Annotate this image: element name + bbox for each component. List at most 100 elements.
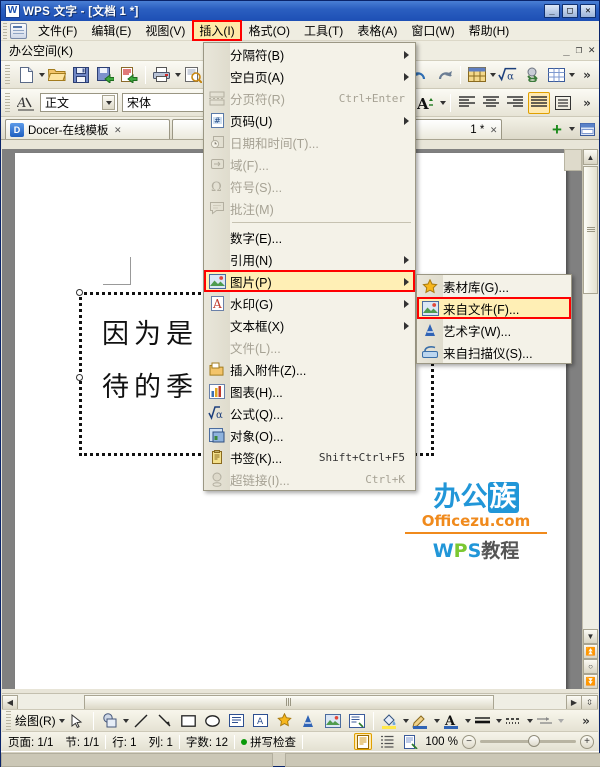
select-objects-icon[interactable] bbox=[66, 710, 88, 732]
new-tab-button[interactable]: + bbox=[548, 120, 566, 138]
menu-help[interactable]: 帮助(H) bbox=[462, 20, 517, 41]
menu-format[interactable]: 格式(O) bbox=[242, 20, 297, 41]
zoom-out-button[interactable]: − bbox=[462, 734, 476, 749]
menu-view[interactable]: 视图(V) bbox=[138, 20, 192, 41]
fill-color-caret-icon[interactable] bbox=[402, 718, 409, 723]
autoshapes-caret-icon[interactable] bbox=[122, 718, 129, 723]
drawing-menu-button[interactable]: 绘图(R) bbox=[15, 712, 56, 729]
submenu-item-from-file[interactable]: 来自文件(F)... bbox=[417, 297, 571, 319]
previous-page-button[interactable]: ⏫ bbox=[583, 644, 598, 659]
zoom-slider[interactable] bbox=[480, 735, 576, 747]
scroll-down-arrow-icon[interactable]: ▼ bbox=[583, 629, 598, 644]
redo-icon[interactable] bbox=[433, 64, 455, 86]
font-size-grow-icon[interactable]: A bbox=[416, 92, 438, 114]
resize-handle-top-left[interactable] bbox=[76, 289, 83, 296]
menu-item-insert-attachment[interactable]: 插入附件(Z)... bbox=[204, 358, 415, 380]
workspace-label[interactable]: 办公空间(K) bbox=[9, 42, 73, 59]
scroll-up-arrow-icon[interactable]: ▲ bbox=[583, 149, 598, 165]
fill-color-icon[interactable] bbox=[379, 710, 401, 732]
standard-toolbar-overflow-button[interactable]: » bbox=[576, 64, 598, 86]
print-icon[interactable] bbox=[151, 64, 173, 86]
clear-format-icon[interactable]: A bbox=[15, 92, 37, 114]
word-art-icon[interactable] bbox=[298, 710, 320, 732]
menu-item-page-number[interactable]: # 页码(U) bbox=[204, 109, 415, 131]
minimize-button[interactable]: _ bbox=[544, 4, 560, 18]
horizontal-scrollbar-track[interactable] bbox=[18, 694, 566, 710]
new-document-caret-icon[interactable] bbox=[39, 72, 45, 77]
menu-table[interactable]: 表格(A) bbox=[350, 20, 404, 41]
table-icon[interactable] bbox=[545, 64, 567, 86]
outline-view-icon[interactable] bbox=[378, 733, 396, 750]
zoom-in-button[interactable]: + bbox=[580, 734, 594, 749]
align-justify-icon[interactable] bbox=[528, 91, 550, 114]
web-layout-view-icon[interactable] bbox=[402, 733, 420, 750]
line-color-caret-icon[interactable] bbox=[433, 718, 440, 723]
maximize-button[interactable]: □ bbox=[562, 4, 578, 18]
menu-item-picture[interactable]: 图片(P) bbox=[204, 270, 415, 292]
menu-item-number[interactable]: 数字(E)... bbox=[204, 226, 415, 248]
font-combobox[interactable]: 宋体 bbox=[122, 93, 214, 112]
arrow-style-icon[interactable] bbox=[534, 710, 556, 732]
submenu-item-word-art[interactable]: 艺术字(W)... bbox=[417, 319, 571, 341]
tab-docer-online-templates[interactable]: D Docer-在线模板 ✕ bbox=[5, 119, 170, 139]
style-combobox[interactable]: 正文 bbox=[40, 93, 118, 112]
mdi-minimize-button[interactable]: _ bbox=[563, 43, 570, 56]
menu-item-bookmark[interactable]: 书签(K)... Shift+Ctrl+F5 bbox=[204, 446, 415, 468]
export-pdf-icon[interactable] bbox=[118, 64, 140, 86]
font-color-caret-icon[interactable] bbox=[464, 718, 471, 723]
line-style-icon[interactable] bbox=[472, 710, 494, 732]
zoom-slider-thumb[interactable] bbox=[528, 735, 540, 747]
tab-close-icon-2[interactable]: ✕ bbox=[490, 123, 497, 136]
mdi-restore-button[interactable]: ❐ bbox=[576, 43, 583, 56]
text-box-vertical-icon[interactable]: A bbox=[250, 710, 272, 732]
menu-item-reference[interactable]: 引用(N) bbox=[204, 248, 415, 270]
drawing-menu-caret-icon[interactable] bbox=[58, 718, 65, 723]
submenu-item-from-scanner[interactable]: 来自扫描仪(S)... bbox=[417, 341, 571, 363]
menu-item-chart[interactable]: 图表(H)... bbox=[204, 380, 415, 402]
menu-file[interactable]: 文件(F) bbox=[31, 20, 84, 41]
submenu-item-material-library[interactable]: 素材库(G)... bbox=[417, 275, 571, 297]
align-left-icon[interactable] bbox=[456, 92, 478, 114]
line-color-icon[interactable] bbox=[410, 710, 432, 732]
new-document-icon[interactable] bbox=[15, 64, 37, 86]
task-pane-toggle-icon[interactable] bbox=[564, 149, 582, 171]
menu-item-text-box[interactable]: 文本框(X) bbox=[204, 314, 415, 336]
standard-toolbar-grip[interactable] bbox=[5, 64, 10, 85]
menu-item-blank-page[interactable]: 空白页(A) bbox=[204, 65, 415, 87]
menu-item-object[interactable]: 对象(O)... bbox=[204, 424, 415, 446]
dash-style-caret-icon[interactable] bbox=[526, 718, 533, 723]
arrow-icon[interactable] bbox=[154, 710, 176, 732]
format-toolbar-grip[interactable] bbox=[5, 92, 10, 113]
page-view-icon[interactable] bbox=[354, 733, 373, 750]
menu-item-formula[interactable]: α 公式(Q)... bbox=[204, 402, 415, 424]
style-combobox-caret-icon[interactable] bbox=[102, 95, 115, 110]
insert-picture-icon[interactable] bbox=[322, 710, 344, 732]
distributed-align-icon[interactable] bbox=[552, 92, 574, 114]
font-size-caret-icon[interactable] bbox=[440, 100, 446, 105]
menu-item-separator-break[interactable]: 分隔符(B) bbox=[204, 43, 415, 65]
menu-tools[interactable]: 工具(T) bbox=[297, 20, 350, 41]
line-icon[interactable] bbox=[130, 710, 152, 732]
line-style-caret-icon[interactable] bbox=[495, 718, 502, 723]
tab-layout-icon[interactable] bbox=[577, 120, 597, 138]
horizontal-scrollbar[interactable]: ◀ ▶ ⇳ bbox=[2, 693, 598, 710]
scroll-right-arrow-icon[interactable]: ▶ bbox=[566, 694, 582, 710]
menu-insert[interactable]: 插入(I) bbox=[192, 20, 242, 41]
status-spellcheck[interactable]: 拼写检查 bbox=[235, 733, 302, 751]
align-right-icon[interactable] bbox=[504, 92, 526, 114]
drawing-toolbar-grip[interactable] bbox=[6, 710, 11, 731]
format-toolbar-overflow-button[interactable]: » bbox=[576, 92, 598, 114]
save-icon[interactable] bbox=[70, 64, 92, 86]
align-center-icon[interactable] bbox=[480, 92, 502, 114]
insert-diagram-icon[interactable] bbox=[346, 710, 368, 732]
drawing-toolbar-overflow-button[interactable]: » bbox=[575, 710, 597, 732]
split-window-handle[interactable]: ⇳ bbox=[582, 694, 598, 710]
scroll-left-arrow-icon[interactable]: ◀ bbox=[2, 694, 18, 710]
gallery-icon[interactable] bbox=[274, 710, 296, 732]
insert-table-grid-icon[interactable] bbox=[466, 64, 488, 86]
resize-handle-middle-left[interactable] bbox=[76, 374, 83, 381]
autoshapes-icon[interactable] bbox=[99, 710, 121, 732]
print-preview-icon[interactable] bbox=[182, 64, 204, 86]
vertical-scrollbar[interactable]: ▲ ▼ ⏫ ○ ⏬ bbox=[582, 149, 598, 689]
formula-icon[interactable]: α bbox=[497, 64, 519, 86]
